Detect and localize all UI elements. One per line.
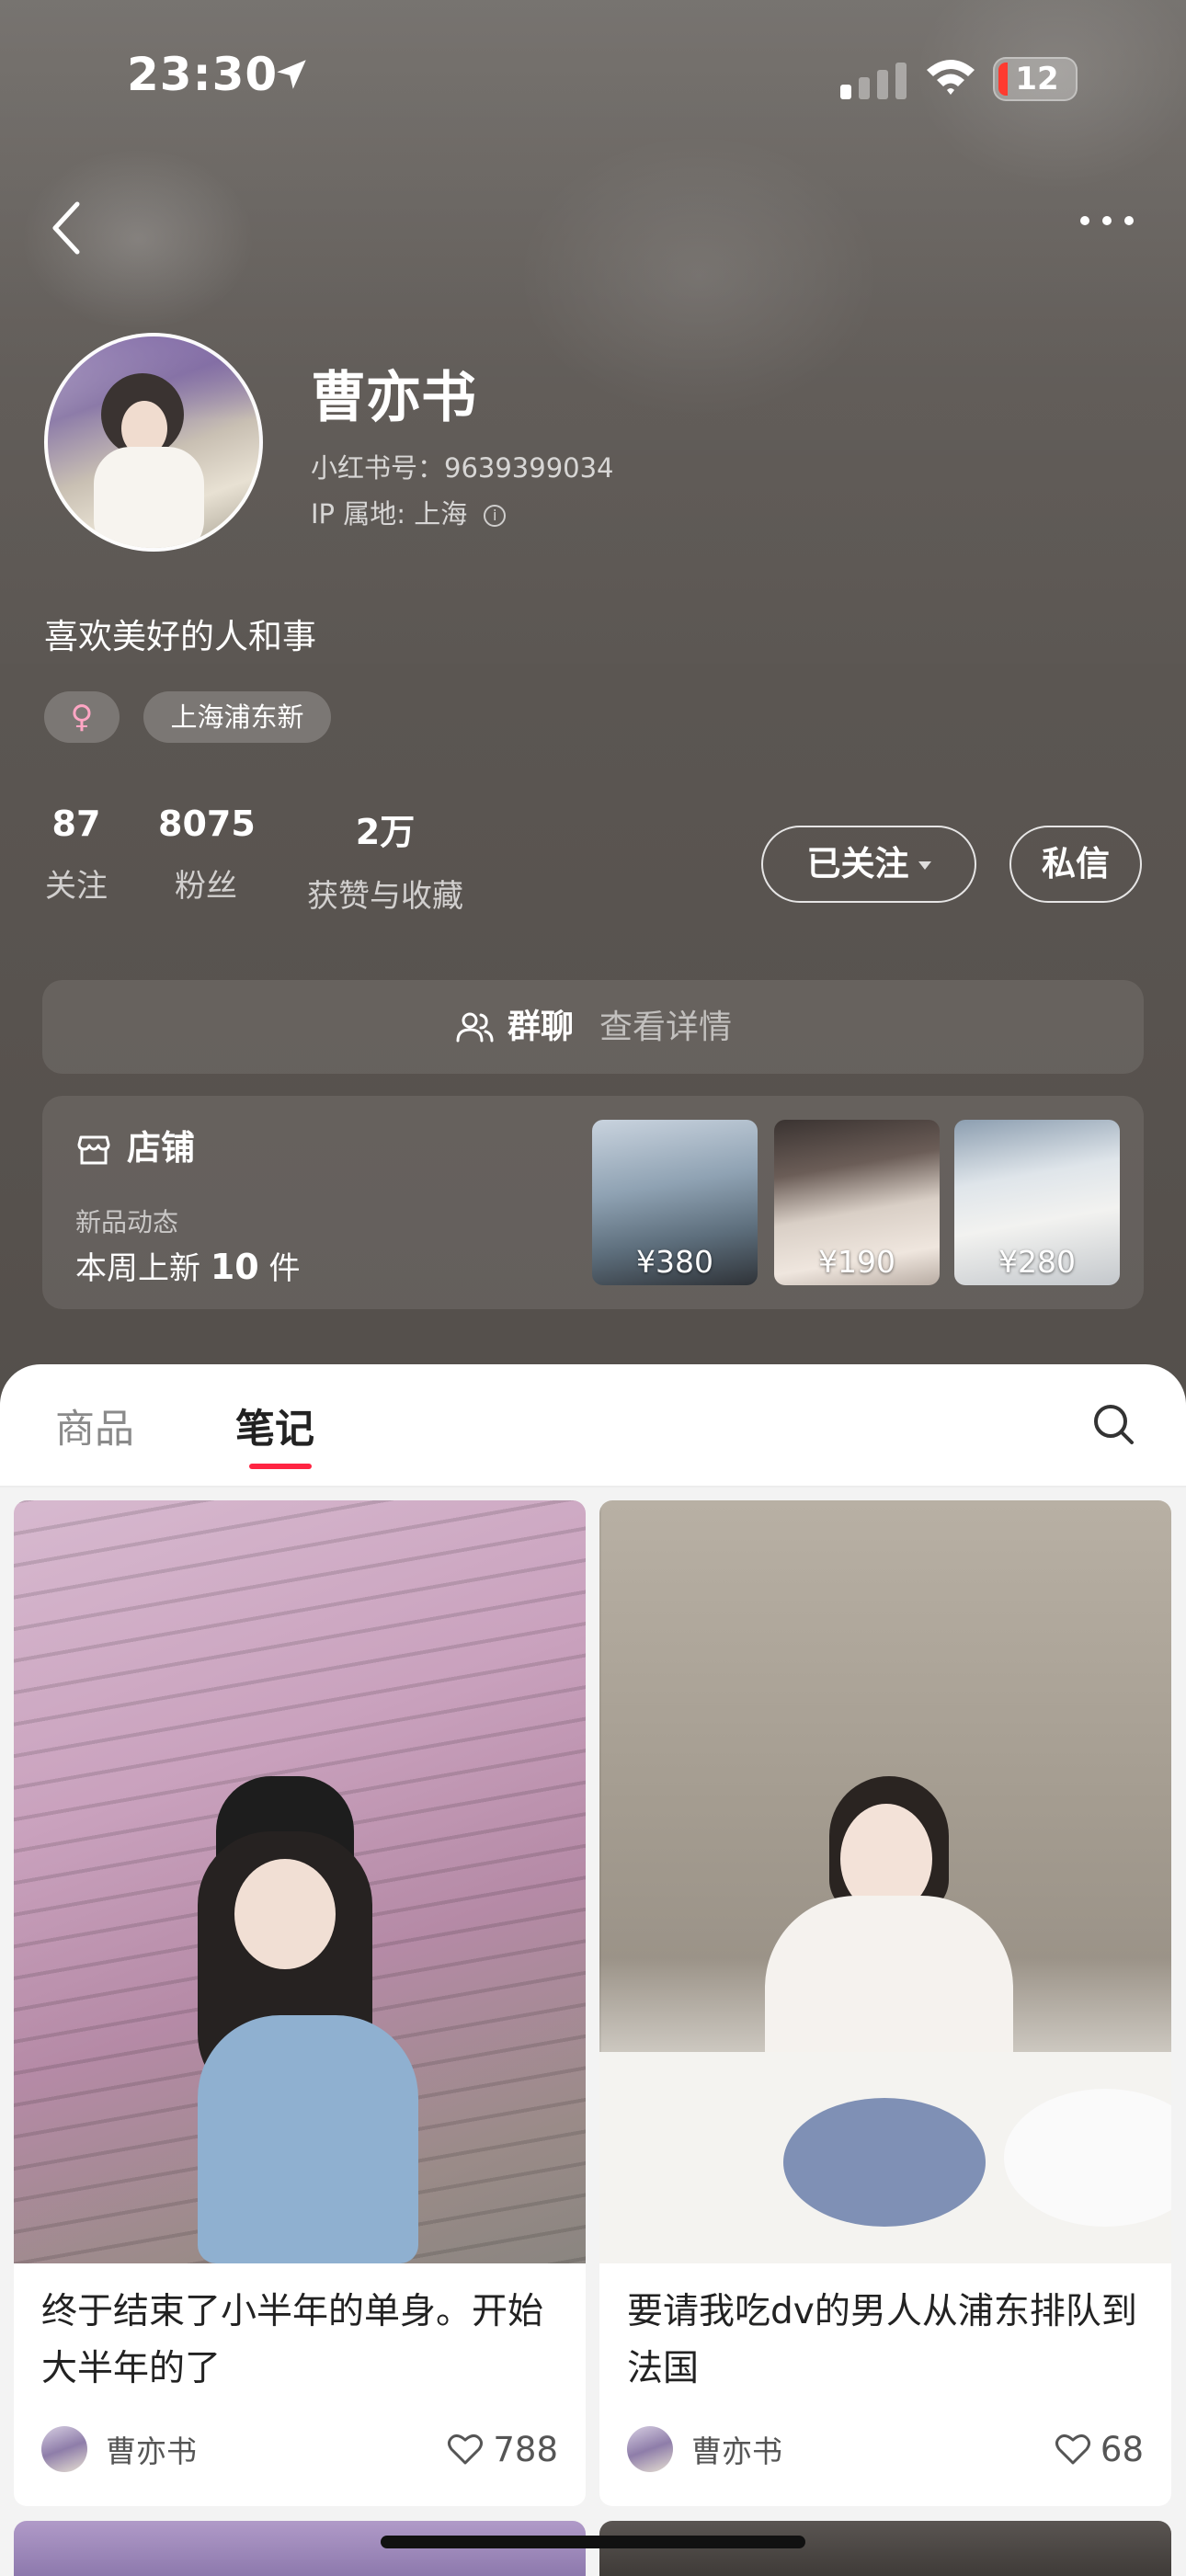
- note-author[interactable]: 曹亦书: [41, 2425, 197, 2473]
- like-count: 788: [493, 2429, 558, 2469]
- shop-title-text: 店铺: [127, 1128, 195, 1168]
- shop-new-suffix: 件: [268, 1250, 301, 1287]
- shop-card[interactable]: 店铺 新品动态 本周上新 10 件 ¥380 ¥190 ¥280: [42, 1096, 1144, 1309]
- product-price: ¥380: [636, 1244, 713, 1280]
- info-icon[interactable]: i: [484, 505, 507, 527]
- gender-tag: ♀: [44, 691, 120, 743]
- note-cover-image: [14, 1500, 586, 2263]
- group-users-icon: [456, 1012, 494, 1042]
- ip-location-text: IP 属地: 上海: [311, 498, 468, 530]
- active-tab-indicator: [249, 1464, 312, 1469]
- shop-title: 店铺: [75, 1120, 195, 1169]
- more-options-icon[interactable]: [1078, 211, 1136, 230]
- wifi-icon: [927, 60, 975, 95]
- author-name: 曹亦书: [691, 2434, 782, 2469]
- group-chat-title: 群聊: [507, 1008, 574, 1046]
- shop-store-icon: [77, 1135, 110, 1164]
- status-bar: 23:30 12: [0, 0, 1186, 147]
- note-card-1[interactable]: 终于结束了小半年的单身。开始大半年的了 曹亦书 788: [14, 1500, 586, 2506]
- search-icon[interactable]: [1090, 1401, 1136, 1447]
- note-title: 终于结束了小半年的单身。开始大半年的了: [41, 2291, 544, 2389]
- caret-down-icon: [918, 861, 931, 870]
- author-name: 曹亦书: [106, 2434, 197, 2469]
- profile-avatar[interactable]: [44, 333, 263, 552]
- group-chat-bar[interactable]: 群聊 查看详情: [42, 980, 1144, 1074]
- stat-following-label: 关注: [45, 868, 108, 905]
- shop-subtitle: 新品动态: [75, 1207, 179, 1237]
- stat-followers-value: 8075: [158, 804, 256, 844]
- tab-notes[interactable]: 笔记: [235, 1397, 314, 1454]
- author-avatar: [41, 2426, 87, 2472]
- profile-nickname: 曹亦书: [311, 366, 476, 430]
- product-price: ¥190: [818, 1244, 895, 1280]
- product-price: ¥280: [998, 1244, 1076, 1280]
- note-card-4-partial[interactable]: [599, 2521, 1171, 2576]
- ip-location: IP 属地: 上海 i: [311, 493, 507, 531]
- note-likes[interactable]: 788: [447, 2425, 558, 2473]
- shop-product-1[interactable]: ¥380: [592, 1120, 758, 1285]
- note-cover-image: [599, 1500, 1171, 2263]
- battery-indicator: 12: [993, 57, 1078, 101]
- profile-header: 23:30 12 曹亦书 小红书号：9639399034 IP 属地: 上海 i: [0, 0, 1186, 1434]
- shop-product-2[interactable]: ¥190: [774, 1120, 940, 1285]
- heart-icon: [448, 2434, 484, 2465]
- shop-new-prefix: 本周上新: [75, 1250, 200, 1287]
- note-card-2[interactable]: 要请我吃dv的男人从浦东排队到法国 曹亦书 68: [599, 1500, 1171, 2506]
- battery-level-text: 12: [1015, 61, 1059, 97]
- like-count: 68: [1100, 2429, 1144, 2469]
- following-button[interactable]: 已关注: [761, 826, 976, 903]
- note-author[interactable]: 曹亦书: [627, 2425, 782, 2473]
- stat-followers[interactable]: 8075 粉丝: [158, 804, 256, 906]
- shop-new-count: 10: [210, 1247, 259, 1287]
- heart-icon: [1055, 2434, 1090, 2465]
- profile-user-id: 小红书号：9639399034: [311, 452, 614, 484]
- note-title: 要请我吃dv的男人从浦东排队到法国: [627, 2291, 1137, 2389]
- status-time: 23:30: [127, 48, 279, 101]
- stat-likes-value: 2万: [355, 812, 416, 852]
- home-indicator[interactable]: [381, 2536, 805, 2548]
- location-arrow-icon: [277, 60, 306, 89]
- shop-new-arrivals: 本周上新 10 件: [75, 1243, 301, 1288]
- shop-product-3[interactable]: ¥280: [954, 1120, 1120, 1285]
- group-chat-detail: 查看详情: [599, 1008, 733, 1046]
- stat-followers-label: 粉丝: [175, 868, 237, 905]
- stat-likes-label: 获赞与收藏: [307, 878, 463, 915]
- tab-goods[interactable]: 商品: [55, 1397, 134, 1454]
- note-card-3-partial[interactable]: [14, 2521, 586, 2576]
- stat-following[interactable]: 87 关注: [44, 804, 108, 906]
- profile-bio: 喜欢美好的人和事: [44, 617, 316, 656]
- back-chevron-icon[interactable]: [48, 200, 85, 256]
- note-likes[interactable]: 68: [1055, 2425, 1144, 2473]
- location-tag: 上海浦东新: [143, 691, 331, 743]
- following-button-label: 已关注: [806, 844, 909, 883]
- message-button[interactable]: 私信: [1009, 826, 1142, 903]
- author-avatar: [627, 2426, 673, 2472]
- cellular-signal-icon: [840, 63, 907, 99]
- stat-following-value: 87: [51, 804, 101, 844]
- stat-likes-collects[interactable]: 2万 获赞与收藏: [300, 804, 471, 916]
